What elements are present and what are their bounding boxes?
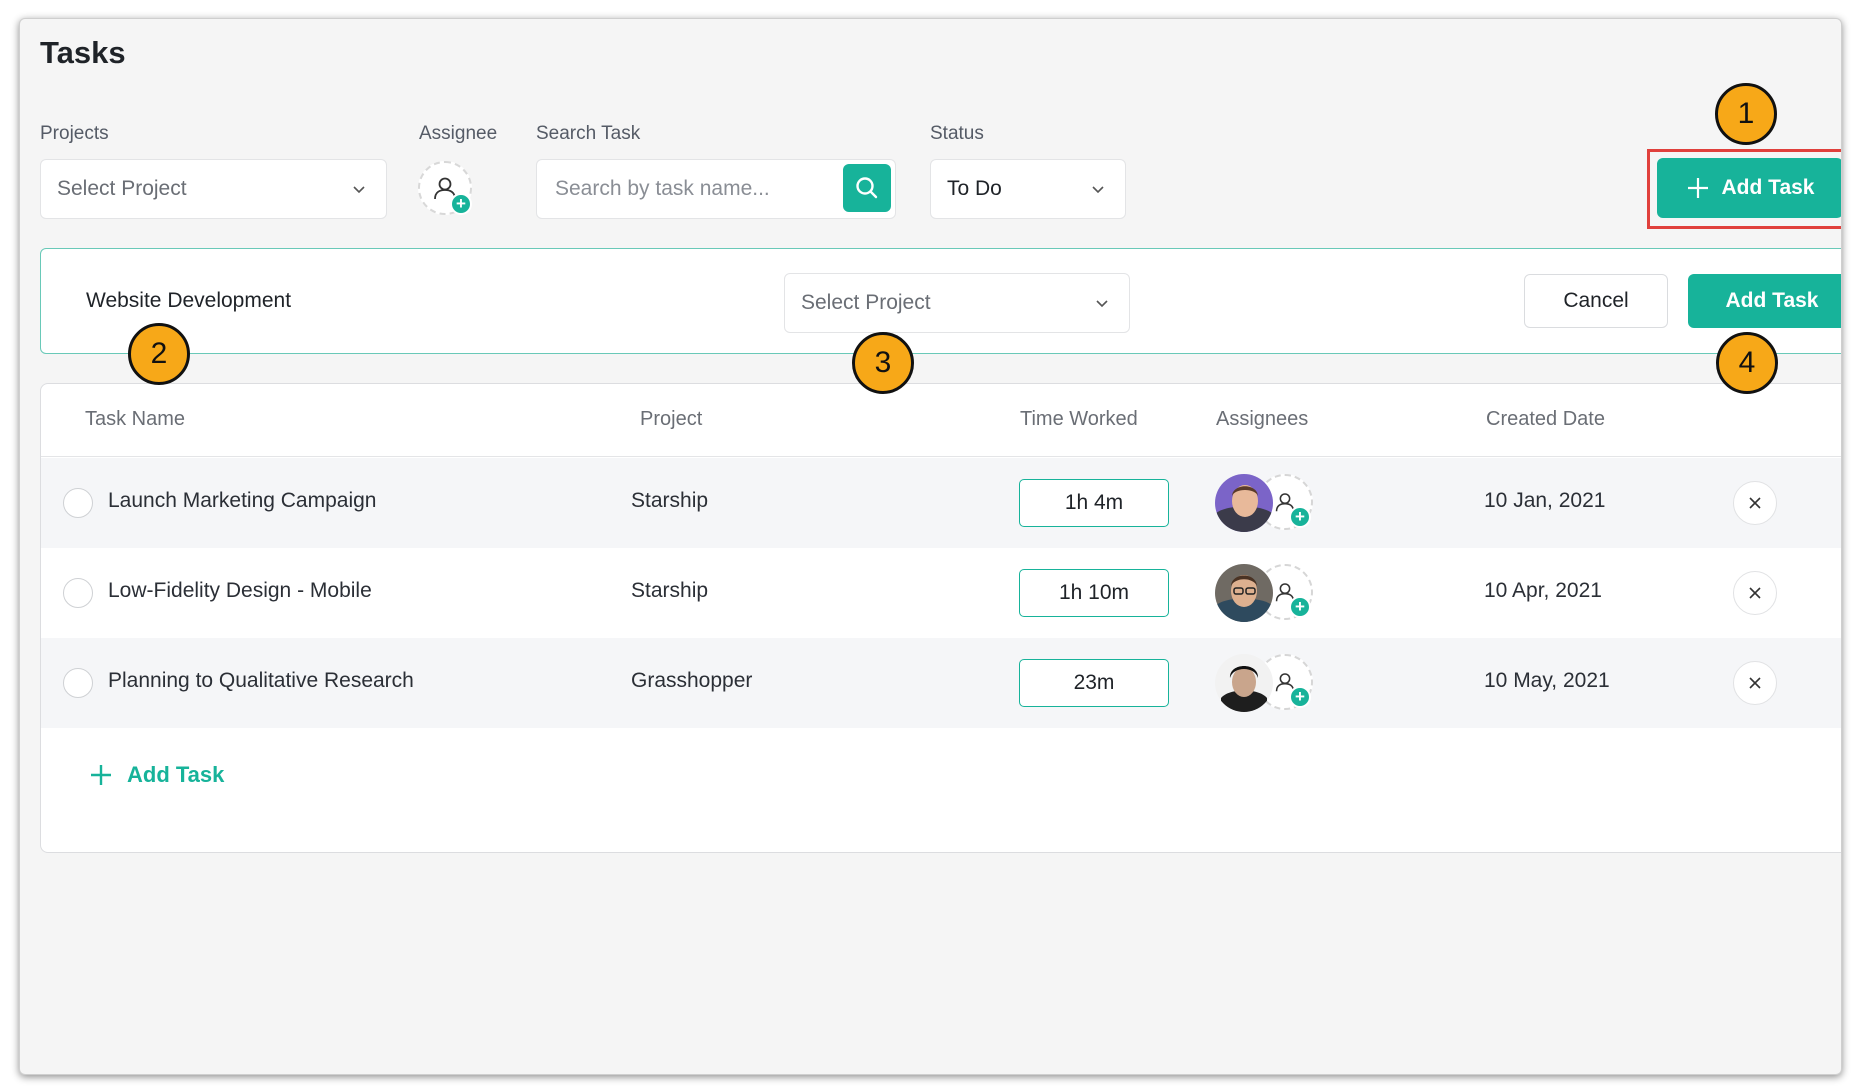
callout-2: 2 — [128, 323, 190, 385]
column-header-time-worked: Time Worked — [1020, 408, 1138, 430]
quick-add-task-label: Add Task — [1725, 289, 1819, 312]
page-title: Tasks — [40, 35, 126, 70]
quick-project-select-value: Select Project — [801, 291, 931, 314]
complete-checkbox[interactable] — [63, 488, 93, 518]
cancel-button[interactable]: Cancel — [1524, 274, 1668, 328]
chevron-down-icon — [1089, 180, 1107, 198]
table-row[interactable]: Launch Marketing Campaign Starship 1h 4m… — [41, 458, 1841, 548]
plus-icon — [91, 765, 111, 785]
add-badge-icon: + — [1289, 596, 1311, 618]
app-window: Tasks Projects Select Project Assignee +… — [19, 18, 1842, 1075]
complete-checkbox[interactable] — [63, 668, 93, 698]
created-date: 10 May, 2021 — [1484, 669, 1610, 692]
table-row[interactable]: Planning to Qualitative Research Grassho… — [41, 638, 1841, 728]
column-header-assignees: Assignees — [1216, 408, 1309, 430]
task-project: Starship — [631, 579, 709, 602]
add-badge-icon: + — [450, 193, 472, 215]
created-date: 10 Apr, 2021 — [1484, 579, 1602, 602]
delete-task-button[interactable] — [1733, 571, 1777, 615]
search-field[interactable]: Search by task name... — [536, 159, 896, 219]
time-worked[interactable]: 1h 10m — [1019, 569, 1169, 617]
time-worked[interactable]: 23m — [1019, 659, 1169, 707]
highlight-box — [1647, 149, 1841, 229]
avatar[interactable] — [1215, 474, 1273, 532]
search-button[interactable] — [843, 164, 891, 212]
close-icon — [1749, 587, 1761, 599]
complete-checkbox[interactable] — [63, 578, 93, 608]
close-icon — [1749, 677, 1761, 689]
quick-add-task-button[interactable]: Add Task — [1688, 274, 1841, 328]
task-project: Starship — [631, 489, 709, 512]
project-select[interactable]: Select Project — [40, 159, 387, 219]
column-header-project: Project — [640, 408, 703, 430]
task-name[interactable]: Planning to Qualitative Research — [108, 669, 414, 693]
add-badge-icon: + — [1289, 506, 1311, 528]
search-label: Search Task — [536, 123, 641, 144]
column-header-created-date: Created Date — [1486, 408, 1605, 430]
created-date: 10 Jan, 2021 — [1484, 489, 1606, 512]
table-row[interactable]: Low-Fidelity Design - Mobile Starship 1h… — [41, 548, 1841, 638]
status-select-value: To Do — [947, 177, 1002, 200]
time-worked[interactable]: 1h 4m — [1019, 479, 1169, 527]
project-select-value: Select Project — [57, 177, 187, 200]
chevron-down-icon — [350, 180, 368, 198]
assignee-filter-button[interactable]: + — [418, 161, 472, 215]
callout-3: 3 — [852, 332, 914, 394]
delete-task-button[interactable] — [1733, 661, 1777, 705]
add-task-link-label: Add Task — [127, 762, 225, 787]
task-name[interactable]: Low-Fidelity Design - Mobile — [108, 579, 372, 603]
delete-task-button[interactable] — [1733, 481, 1777, 525]
search-input[interactable]: Search by task name... — [537, 177, 770, 201]
close-icon — [1749, 497, 1761, 509]
task-project: Grasshopper — [631, 669, 753, 692]
status-label: Status — [930, 123, 984, 144]
task-name[interactable]: Launch Marketing Campaign — [108, 489, 377, 513]
table-header: Task Name Project Time Worked Assignees … — [41, 384, 1841, 457]
add-badge-icon: + — [1289, 686, 1311, 708]
task-table: Task Name Project Time Worked Assignees … — [40, 383, 1841, 853]
projects-label: Projects — [40, 123, 109, 144]
quick-add-panel: Website Development Select Project Cance… — [40, 248, 1841, 354]
column-header-task-name: Task Name — [85, 408, 186, 430]
callout-4: 4 — [1716, 332, 1778, 394]
add-task-link[interactable]: Add Task — [89, 762, 224, 788]
quick-project-select[interactable]: Select Project — [784, 273, 1130, 333]
assignee-label: Assignee — [419, 123, 498, 144]
avatar[interactable] — [1215, 564, 1273, 622]
status-select[interactable]: To Do — [930, 159, 1126, 219]
callout-1: 1 — [1715, 83, 1777, 145]
search-icon — [856, 177, 878, 199]
new-task-name[interactable]: Website Development — [86, 289, 291, 313]
chevron-down-icon — [1093, 294, 1111, 312]
avatar[interactable] — [1215, 654, 1273, 712]
